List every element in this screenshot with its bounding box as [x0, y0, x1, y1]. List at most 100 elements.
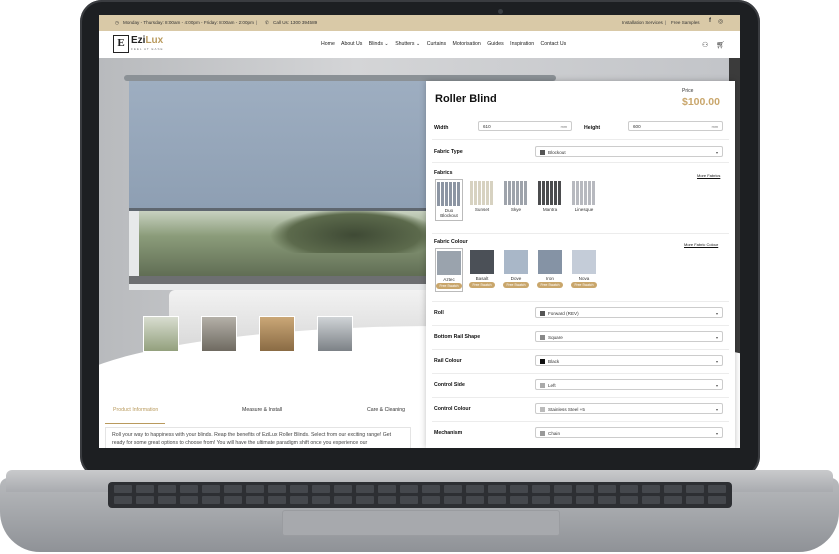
- key: [202, 496, 220, 504]
- divider: [432, 373, 729, 374]
- key: [686, 496, 704, 504]
- fabric-swatch: [470, 181, 494, 205]
- option-label: Roll: [434, 310, 444, 316]
- option-select[interactable]: Chain ▾: [535, 427, 723, 438]
- key: [466, 496, 484, 504]
- key: [400, 496, 418, 504]
- camera-icon: [498, 9, 503, 14]
- option-value: Square: [548, 335, 563, 340]
- key: [224, 485, 242, 493]
- nav-about-us[interactable]: About Us: [341, 41, 362, 47]
- fabric-colour-label: Fabric Colour: [434, 239, 468, 245]
- fabric-swatch: [437, 182, 461, 206]
- key: [664, 496, 682, 504]
- option-value: Black: [548, 359, 560, 364]
- product-description: Roll your way to happiness with your bli…: [105, 427, 411, 448]
- fabric-colour-option[interactable]: Iron Free Swatch: [537, 250, 563, 288]
- key: [378, 496, 396, 504]
- free-swatch-button[interactable]: Free Swatch: [469, 282, 495, 288]
- facebook-icon[interactable]: f: [709, 18, 711, 24]
- fabric-swatch: [572, 181, 596, 205]
- option-select[interactable]: Left ▾: [535, 379, 723, 390]
- divider: [432, 325, 729, 326]
- colour-swatch: [437, 251, 461, 275]
- active-tab-underline: [105, 423, 165, 424]
- nav-curtains[interactable]: Curtains: [427, 41, 446, 47]
- gallery-thumb[interactable]: [317, 316, 353, 352]
- gallery-thumb[interactable]: [201, 316, 237, 352]
- phone-icon: ✆: [265, 20, 269, 25]
- top-info-bar: ◷ Monday - Thursday: 8:00am - 4:00pm - F…: [99, 15, 740, 31]
- nav-motorisation[interactable]: Motorisation: [453, 41, 481, 47]
- key: [290, 496, 308, 504]
- key: [136, 485, 154, 493]
- tab-measure-install[interactable]: Measure & Install: [242, 407, 282, 413]
- fabric-option[interactable]: Mantra: [537, 181, 563, 212]
- account-icon[interactable]: ⚇: [702, 42, 708, 49]
- colour-name: Iron: [546, 276, 554, 281]
- option-select[interactable]: Square ▾: [535, 331, 723, 342]
- more-fabric-colour-link[interactable]: More Fabric Colour: [684, 242, 718, 247]
- width-input[interactable]: 610 mm: [478, 121, 572, 131]
- fabric-option[interactable]: Linesque: [571, 181, 597, 212]
- key: [312, 496, 330, 504]
- fabric-option[interactable]: Skye: [503, 181, 529, 212]
- key: [202, 485, 220, 493]
- fabric-colour-option[interactable]: Aztec Free Swatch: [435, 248, 463, 292]
- option-select[interactable]: Stainless Steel +5 ▾: [535, 403, 723, 414]
- key: [598, 496, 616, 504]
- browser-screen: ◷ Monday - Thursday: 8:00am - 4:00pm - F…: [99, 15, 740, 448]
- trackpad: [282, 510, 560, 536]
- key: [532, 496, 550, 504]
- key: [290, 485, 308, 493]
- key: [664, 485, 682, 493]
- free-samples-link[interactable]: Free Samples: [671, 20, 700, 25]
- colour-swatch: [504, 250, 528, 274]
- gallery-thumb[interactable]: [259, 316, 295, 352]
- option-value: Forward (REV): [548, 311, 579, 316]
- tab-product-information[interactable]: Product Information: [113, 407, 158, 413]
- key: [576, 496, 594, 504]
- gallery-thumb[interactable]: [143, 316, 179, 352]
- price-label: Price: [682, 88, 694, 94]
- instagram-icon[interactable]: ◎: [718, 18, 723, 25]
- fabric-name: Sunset: [474, 207, 490, 212]
- option-label: Bottom Rail Shape: [434, 334, 481, 340]
- fabric-option[interactable]: Duo Blockout: [435, 179, 463, 221]
- option-value: Chain: [548, 431, 561, 436]
- nav-shutters[interactable]: Shutters ⌄: [395, 41, 420, 47]
- tab-care-cleaning[interactable]: Care & Cleaning: [367, 407, 405, 413]
- nav-home[interactable]: Home: [321, 41, 335, 47]
- fabric-type-select[interactable]: Blockout ▾: [535, 146, 723, 157]
- fabric-colour-option[interactable]: Dove Free Swatch: [503, 250, 529, 288]
- call-us-link[interactable]: Call Us: 1300 394589: [273, 20, 317, 25]
- nav-blinds[interactable]: Blinds ⌄: [369, 41, 389, 47]
- more-fabrics-link[interactable]: More Fabrics: [697, 173, 720, 178]
- key: [554, 485, 572, 493]
- logo-wordmark: EziLux: [131, 35, 164, 46]
- option-select[interactable]: Forward (REV) ▾: [535, 307, 723, 318]
- key: [246, 485, 264, 493]
- key: [576, 485, 594, 493]
- clock-icon: ◷: [115, 20, 120, 25]
- free-swatch-button[interactable]: Free Swatch: [436, 283, 462, 289]
- free-swatch-button[interactable]: Free Swatch: [571, 282, 597, 288]
- fabric-colour-option[interactable]: Basalt Free Swatch: [469, 250, 495, 288]
- cart-icon[interactable]: 🛒︎: [716, 42, 725, 49]
- chevron-down-icon: ▾: [715, 431, 718, 436]
- fabric-type-label: Fabric Type: [434, 149, 463, 155]
- chevron-down-icon: ▾: [715, 407, 718, 412]
- option-label: Control Side: [434, 382, 465, 388]
- free-swatch-button[interactable]: Free Swatch: [503, 282, 529, 288]
- installation-services-link[interactable]: Installation Services: [622, 20, 663, 25]
- option-select[interactable]: Black ▾: [535, 355, 723, 366]
- free-swatch-button[interactable]: Free Swatch: [537, 282, 563, 288]
- option-label: Mechanism: [434, 430, 463, 436]
- nav-inspiration[interactable]: Inspiration: [510, 41, 534, 47]
- nav-guides[interactable]: Guides: [487, 41, 503, 47]
- fabric-colour-option[interactable]: Nova Free Swatch: [571, 250, 597, 288]
- fabric-option[interactable]: Sunset: [469, 181, 495, 212]
- key: [488, 485, 506, 493]
- height-input[interactable]: 600 mm: [628, 121, 723, 131]
- nav-contact-us[interactable]: Contact Us: [541, 41, 567, 47]
